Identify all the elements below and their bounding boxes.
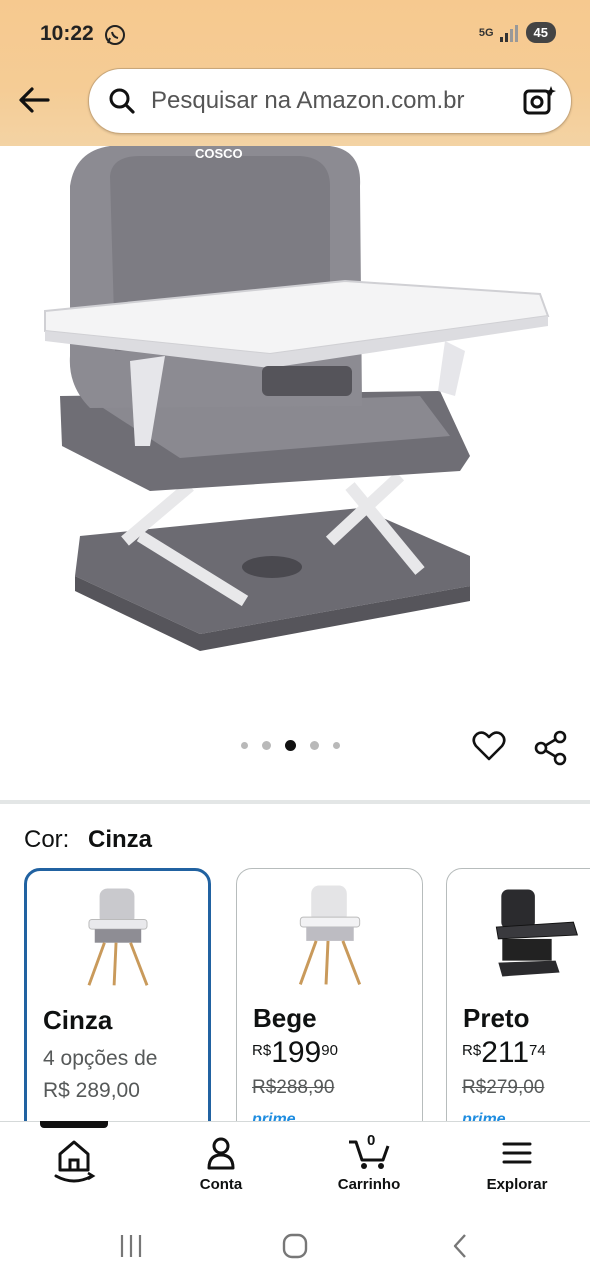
color-option-cinza[interactable]: Cinza 4 opções de R$ 289,00	[24, 868, 211, 1138]
brand-logo: COSCO	[195, 146, 243, 161]
signal-icon	[499, 24, 520, 42]
price-cents: 74	[529, 1042, 546, 1059]
status-time: 10:22	[40, 22, 94, 45]
price-currency: R$	[462, 1042, 482, 1059]
nav-label-carrinho: Carrinho	[337, 1176, 401, 1193]
option-list-price: R$279,00	[462, 1077, 545, 1098]
option-list-price: R$288,90	[252, 1077, 335, 1098]
heart-icon[interactable]	[472, 730, 506, 762]
system-back-icon[interactable]	[446, 1231, 476, 1261]
product-image[interactable]: COSCO	[0, 146, 590, 706]
option-offers-price: R$ 289,00	[43, 1079, 140, 1102]
cart-count-badge: 0	[367, 1132, 376, 1149]
search-icon	[109, 88, 135, 114]
option-price: R$ 211 74	[462, 1037, 546, 1069]
search-input[interactable]: Pesquisar na Amazon.com.br	[151, 87, 465, 115]
pager-dot[interactable]	[310, 741, 319, 750]
network-type: 5G	[478, 26, 494, 39]
whatsapp-icon	[105, 25, 125, 45]
option-name: Bege	[253, 1003, 317, 1033]
battery-badge: 45	[525, 22, 556, 43]
account-icon	[207, 1137, 235, 1170]
nav-label-conta: Conta	[199, 1176, 243, 1193]
nav-label-explorar: Explorar	[486, 1176, 548, 1193]
option-thumbnail	[495, 889, 579, 977]
color-option-bege[interactable]: Bege R$ 199 90 R$288,90 prime	[236, 868, 423, 1138]
color-option-preto[interactable]: Preto R$ 211 74 R$279,00 prime	[446, 868, 590, 1138]
pager-dot[interactable]	[333, 742, 340, 749]
price-whole: 199	[271, 1036, 322, 1069]
color-selector-heading: Cor: Cinza	[24, 826, 152, 854]
nav-item-explorar[interactable]: Explorar	[462, 1136, 572, 1193]
section-divider	[0, 800, 590, 804]
search-bar[interactable]: Pesquisar na Amazon.com.br	[88, 68, 572, 134]
option-price: R$ 199 90	[252, 1037, 338, 1069]
back-arrow-icon[interactable]	[14, 80, 54, 120]
share-icon[interactable]	[533, 730, 569, 766]
option-thumbnail	[298, 885, 362, 985]
price-currency: R$	[252, 1042, 272, 1059]
bottom-nav: Conta 0 Carrinho Explorar	[0, 1121, 590, 1213]
system-nav-bar	[0, 1213, 590, 1280]
price-cents: 90	[321, 1042, 338, 1059]
option-offers-count: 4 opções de	[43, 1047, 158, 1070]
camera-search-icon[interactable]	[521, 83, 557, 119]
nav-item-home[interactable]	[19, 1136, 129, 1192]
option-offers: 4 opções de R$ 289,00	[43, 1043, 157, 1107]
price-whole: 211	[481, 1036, 530, 1069]
option-name: Preto	[463, 1003, 530, 1033]
pager-dot[interactable]	[262, 741, 271, 750]
home-button-icon[interactable]	[280, 1231, 310, 1261]
header: 10:22 5G 45 Pesquisar na Amazon.com.br	[0, 0, 590, 146]
option-name: Cinza	[43, 1005, 113, 1035]
nav-item-conta[interactable]: Conta	[166, 1136, 276, 1193]
color-selected-value: Cinza	[88, 826, 153, 853]
active-tab-indicator	[40, 1121, 108, 1128]
status-indicators: 5G 45	[479, 22, 556, 43]
pager-dot-active[interactable]	[285, 740, 296, 751]
menu-icon	[502, 1142, 532, 1164]
home-icon	[54, 1140, 96, 1183]
app-screen: 10:22 5G 45 Pesquisar na Amazon.com.br C…	[0, 0, 590, 1280]
color-label: Cor:	[24, 826, 70, 853]
pager-dot[interactable]	[241, 742, 248, 749]
image-pager[interactable]	[241, 740, 340, 751]
option-thumbnail	[87, 888, 149, 986]
recent-apps-icon[interactable]	[116, 1231, 146, 1261]
nav-item-carrinho[interactable]: 0 Carrinho	[314, 1132, 424, 1193]
